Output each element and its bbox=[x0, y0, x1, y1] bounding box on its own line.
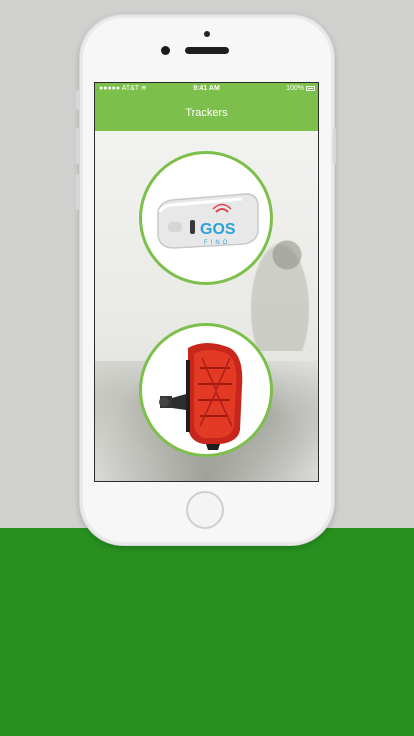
battery-icon bbox=[306, 86, 315, 91]
status-time: 9:41 AM bbox=[193, 85, 220, 92]
front-camera bbox=[161, 46, 170, 55]
tracker-item-red[interactable] bbox=[139, 323, 273, 457]
battery-percent: 100% bbox=[286, 85, 304, 92]
trackers-list: GOS FINO bbox=[95, 131, 318, 481]
tracker-item-collar[interactable]: GOS FINO bbox=[139, 151, 273, 285]
earpiece-speaker bbox=[185, 47, 229, 54]
side-button-volume-down bbox=[76, 174, 79, 210]
camera-dot bbox=[204, 31, 210, 37]
status-bar: ●●●●● AT&T ≋ 9:41 AM 100% bbox=[95, 83, 318, 95]
home-button[interactable] bbox=[186, 491, 224, 529]
side-button-power bbox=[333, 128, 336, 164]
svg-text:FINO: FINO bbox=[204, 240, 230, 246]
app-screen: ●●●●● AT&T ≋ 9:41 AM 100% Trackers GOS F… bbox=[94, 82, 319, 482]
red-tracker-image bbox=[159, 343, 243, 450]
collar-tracker-image: GOS FINO bbox=[157, 193, 259, 249]
tracker-logo: GOS bbox=[200, 221, 236, 238]
page-title: Trackers bbox=[185, 107, 228, 119]
nav-bar: Trackers bbox=[95, 95, 318, 131]
side-button-volume-up bbox=[76, 128, 79, 164]
background-bottom-band bbox=[0, 528, 414, 736]
side-button-mute bbox=[76, 90, 79, 110]
